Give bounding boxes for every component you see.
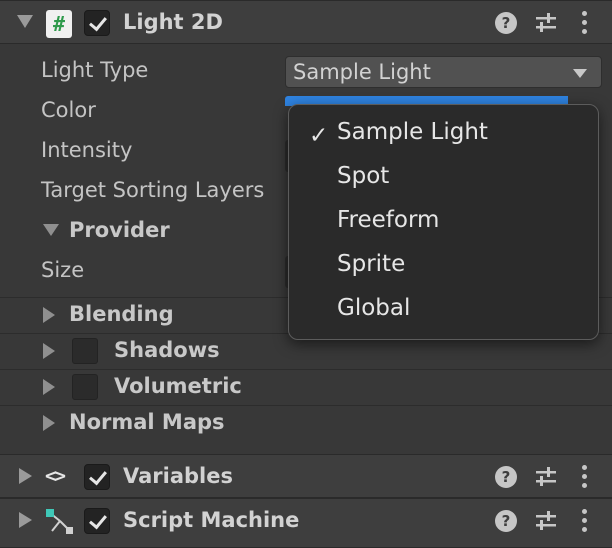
shadows-title: Shadows [114, 338, 220, 362]
graph-nodes-icon [46, 509, 73, 534]
shadows-foldout-icon[interactable] [43, 343, 55, 359]
menu-item-freeform[interactable]: Freeform [337, 207, 439, 233]
help-icon[interactable]: ? [495, 12, 517, 34]
volumetric-foldout-icon[interactable] [43, 379, 55, 395]
dropdown-arrow-icon [573, 69, 587, 78]
light2d-enabled-checkbox[interactable] [84, 10, 110, 36]
foldout-collapsed-icon[interactable] [19, 468, 32, 484]
menu-item-sample-light[interactable]: Sample Light [337, 119, 488, 145]
normal-maps-section[interactable]: Normal Maps [0, 405, 612, 440]
color-label: Color [41, 98, 96, 122]
code-brackets-icon: <> [45, 465, 66, 487]
menu-item-spot[interactable]: Spot [337, 163, 389, 189]
volumetric-title: Volumetric [114, 374, 242, 398]
presets-sliders-icon[interactable] [534, 466, 558, 488]
script-hash-icon: # [46, 10, 72, 38]
target-sorting-layers-label: Target Sorting Layers [41, 178, 265, 202]
light-type-label: Light Type [41, 58, 149, 82]
selected-check-icon: ✓ [309, 123, 329, 149]
foldout-collapsed-icon[interactable] [19, 512, 32, 528]
help-icon[interactable]: ? [495, 510, 517, 532]
normal-maps-title: Normal Maps [69, 410, 225, 434]
variables-enabled-checkbox[interactable] [84, 464, 110, 490]
script-machine-title: Script Machine [123, 508, 300, 532]
blending-foldout-icon[interactable] [43, 307, 55, 323]
volumetric-section[interactable]: Volumetric [0, 369, 612, 405]
light-type-value: Sample Light [293, 60, 431, 84]
help-icon[interactable]: ? [495, 466, 517, 488]
shadows-checkbox[interactable] [72, 338, 98, 364]
provider-section-title[interactable]: Provider [69, 218, 170, 242]
foldout-expanded-icon[interactable] [17, 15, 33, 28]
presets-sliders-icon[interactable] [534, 12, 558, 34]
variables-header[interactable]: <> Variables ? [0, 454, 612, 498]
kebab-menu-icon[interactable] [582, 509, 588, 533]
script-machine-enabled-checkbox[interactable] [84, 508, 110, 534]
provider-foldout-icon[interactable] [43, 224, 59, 236]
menu-item-global[interactable]: Global [337, 295, 410, 321]
blending-title: Blending [69, 302, 174, 326]
component-title: Light 2D [123, 10, 223, 34]
kebab-menu-icon[interactable] [582, 11, 588, 35]
presets-sliders-icon[interactable] [534, 510, 558, 532]
size-label: Size [41, 258, 85, 282]
intensity-label: Intensity [41, 138, 133, 162]
script-machine-header[interactable]: Script Machine ? [0, 498, 612, 548]
volumetric-checkbox[interactable] [72, 374, 98, 400]
light-type-popup-menu: ✓ Sample Light Spot Freeform Sprite Glob… [288, 104, 599, 340]
normal-maps-foldout-icon[interactable] [43, 415, 55, 431]
menu-item-sprite[interactable]: Sprite [337, 251, 405, 277]
light-type-dropdown[interactable]: Sample Light [285, 56, 602, 88]
kebab-menu-icon[interactable] [582, 465, 588, 489]
light2d-header[interactable]: # Light 2D ? [0, 0, 612, 44]
variables-title: Variables [123, 464, 233, 488]
